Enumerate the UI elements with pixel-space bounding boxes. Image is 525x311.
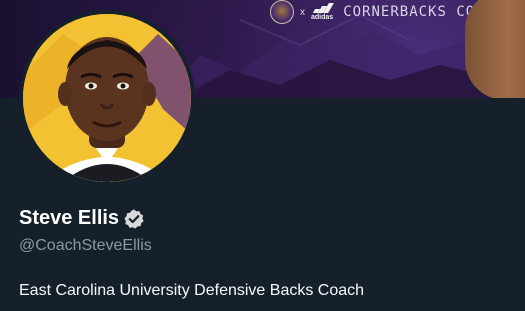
verified-badge-icon[interactable] bbox=[123, 208, 145, 230]
avatar[interactable] bbox=[19, 10, 195, 186]
banner-person-image bbox=[465, 0, 525, 98]
user-handle: @CoachSteveEllis bbox=[19, 237, 152, 254]
profile-header: x adidas CORNERBACKS COACH Steve Ellis @… bbox=[0, 0, 525, 311]
university-seal-icon bbox=[270, 0, 294, 24]
name-row: Steve Ellis bbox=[19, 206, 145, 230]
profile-bio: East Carolina University Defensive Backs… bbox=[19, 282, 365, 299]
avatar-portrait bbox=[23, 14, 191, 182]
adidas-logo-icon: adidas bbox=[311, 3, 334, 21]
brand-wordmark: adidas bbox=[311, 14, 334, 21]
banner-separator: x bbox=[300, 6, 305, 18]
display-name: Steve Ellis bbox=[19, 207, 120, 229]
